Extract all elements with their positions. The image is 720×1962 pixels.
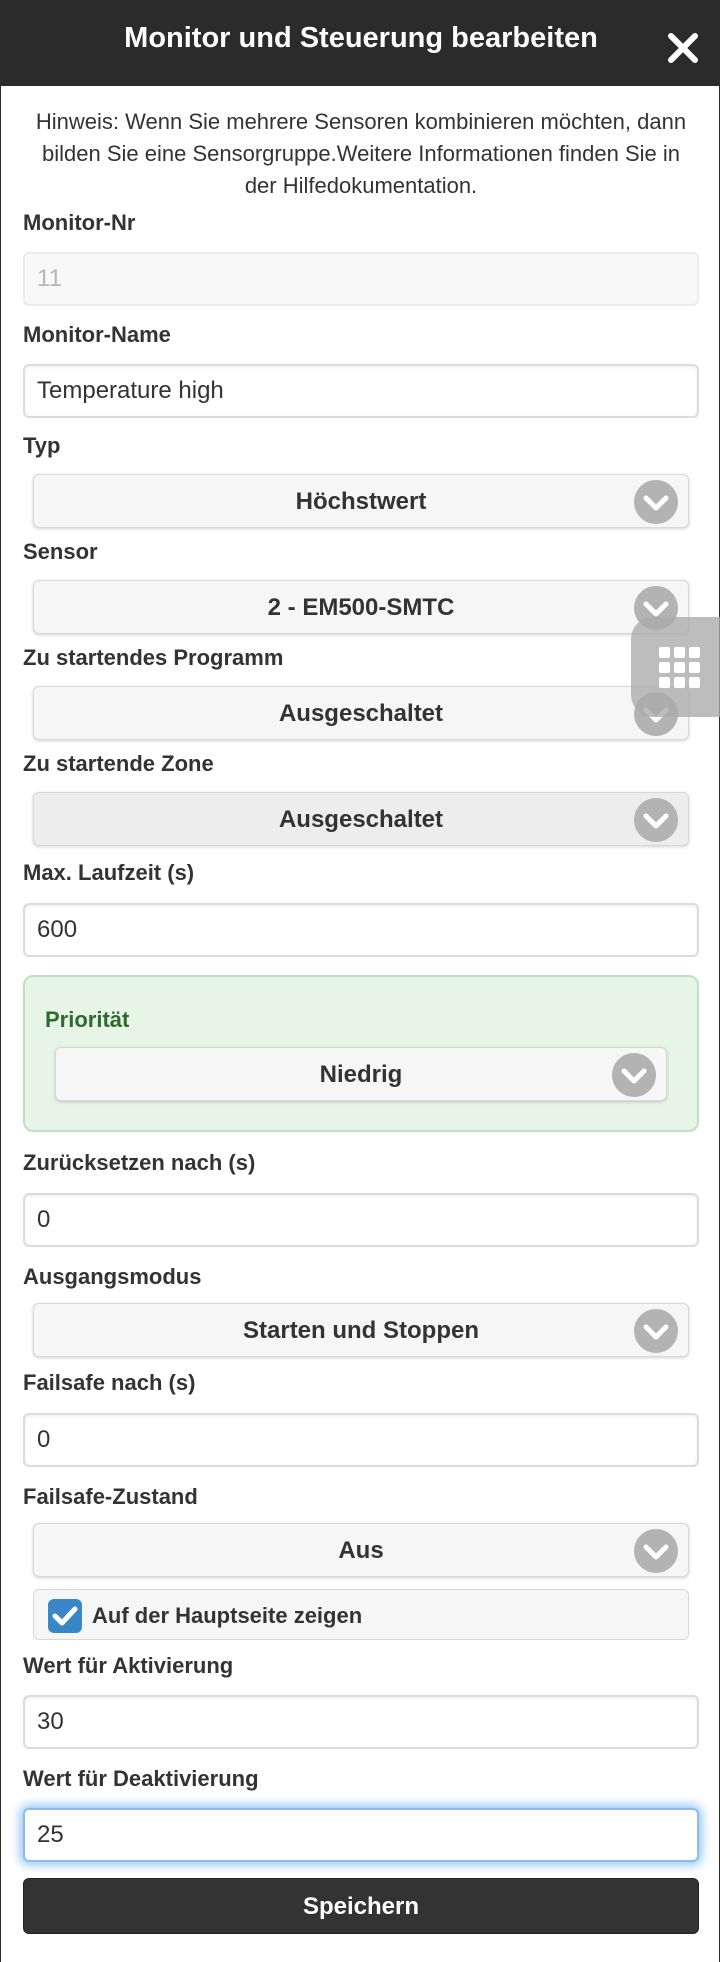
zone-select[interactable]: Ausgeschaltet xyxy=(33,792,689,846)
floating-menu-button[interactable] xyxy=(631,617,720,717)
show-main-label: Auf der Hauptseite zeigen xyxy=(92,1603,363,1628)
reset-after-label: Zurücksetzen nach (s) xyxy=(23,1150,256,1175)
max-runtime-label: Max. Laufzeit (s) xyxy=(23,860,195,885)
monitor-name-input[interactable] xyxy=(23,364,699,418)
reset-after-input[interactable] xyxy=(23,1193,699,1247)
failsafe-after-label: Failsafe nach (s) xyxy=(23,1370,196,1395)
failsafe-state-select-value: Aus xyxy=(338,1537,384,1564)
priority-select[interactable]: Niedrig xyxy=(55,1047,667,1101)
chevron-down-icon xyxy=(634,798,678,842)
typ-select-value: Höchstwert xyxy=(295,488,427,515)
deactivation-value-input[interactable] xyxy=(23,1808,699,1862)
failsafe-after-input[interactable] xyxy=(23,1413,699,1467)
sensor-select[interactable]: 2 - EM500-SMTC xyxy=(33,580,689,634)
deactivation-value-label: Wert für Deaktivierung xyxy=(23,1766,259,1791)
sensor-select-value: 2 - EM500-SMTC xyxy=(267,594,455,621)
typ-label: Typ xyxy=(23,433,61,458)
close-button[interactable] xyxy=(665,30,701,66)
program-label: Zu startendes Programm xyxy=(23,645,284,670)
grid-icon xyxy=(659,647,700,688)
output-mode-select-value: Starten und Stoppen xyxy=(243,1317,479,1344)
close-icon xyxy=(668,33,698,63)
zone-label: Zu startende Zone xyxy=(23,751,214,776)
zone-select-value: Ausgeschaltet xyxy=(278,806,444,833)
priority-select-value: Niedrig xyxy=(319,1061,403,1088)
max-runtime-input[interactable] xyxy=(23,903,699,957)
save-button[interactable]: Speichern xyxy=(23,1878,699,1934)
failsafe-state-label: Failsafe-Zustand xyxy=(23,1484,198,1509)
sensor-label: Sensor xyxy=(23,539,98,564)
monitor-nr-label: Monitor-Nr xyxy=(23,210,136,235)
failsafe-state-select[interactable]: Aus xyxy=(33,1523,689,1577)
activation-value-label: Wert für Aktivierung xyxy=(23,1653,234,1678)
priority-panel: Priorität Niedrig xyxy=(23,975,699,1132)
chevron-down-icon xyxy=(634,1309,678,1353)
monitor-name-label: Monitor-Name xyxy=(23,322,171,347)
chevron-down-icon xyxy=(634,480,678,524)
chevron-down-icon xyxy=(612,1053,656,1097)
dialog-header: Monitor und Steuerung bearbeiten xyxy=(1,0,720,86)
checkmark-icon xyxy=(52,1606,78,1626)
dialog-title: Monitor und Steuerung bearbeiten xyxy=(124,22,598,54)
edit-monitor-dialog: Monitor und Steuerung bearbeiten Hinweis… xyxy=(0,0,720,1962)
typ-select[interactable]: Höchstwert xyxy=(33,474,689,528)
priority-label: Priorität xyxy=(45,1007,130,1032)
output-mode-label: Ausgangsmodus xyxy=(23,1264,202,1289)
activation-value-input[interactable] xyxy=(23,1695,699,1749)
chevron-down-icon xyxy=(634,1529,678,1573)
show-main-checkbox[interactable] xyxy=(48,1599,82,1633)
program-select-value: Ausgeschaltet xyxy=(278,700,444,727)
output-mode-select[interactable]: Starten und Stoppen xyxy=(33,1303,689,1357)
show-main-checkbox-row[interactable]: Auf der Hauptseite zeigen xyxy=(33,1589,689,1640)
hint-text: Hinweis: Wenn Sie mehrere Sensoren kombi… xyxy=(35,109,687,198)
program-select[interactable]: Ausgeschaltet xyxy=(33,686,689,740)
monitor-nr-input xyxy=(23,252,699,306)
